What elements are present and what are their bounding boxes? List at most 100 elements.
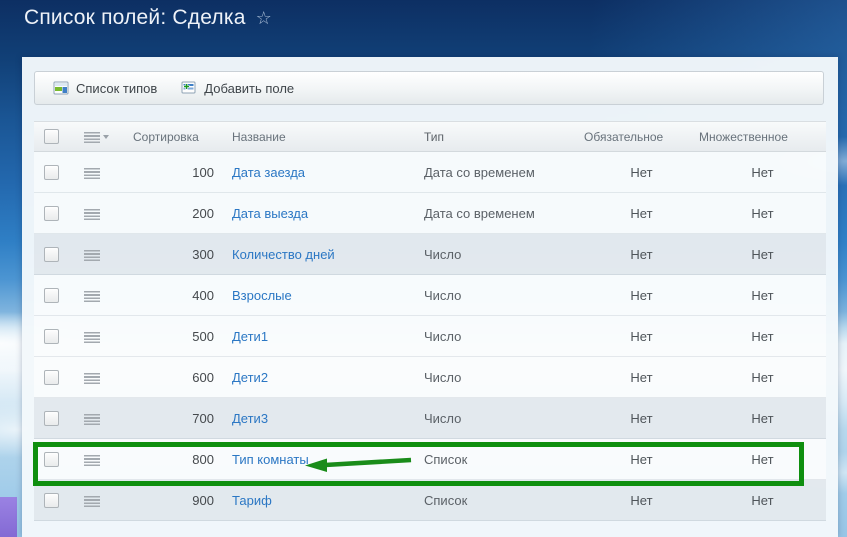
field-sort-value: 700 <box>120 411 228 426</box>
field-sort-value: 800 <box>120 452 228 467</box>
field-name-cell: Взрослые <box>228 288 424 303</box>
field-name-cell: Дети2 <box>228 370 424 385</box>
row-checkbox[interactable] <box>44 493 59 508</box>
column-header-name[interactable]: Название <box>228 130 424 144</box>
row-checkbox[interactable] <box>44 165 59 180</box>
row-checkbox-cell <box>34 451 80 467</box>
list-types-button[interactable]: Список типов <box>41 74 169 102</box>
field-multiple-value: Нет <box>699 165 826 180</box>
row-checkbox-cell <box>34 492 80 508</box>
table-row[interactable]: 600 Дети2 Число Нет Нет <box>34 357 826 398</box>
field-type-value: Число <box>424 288 584 303</box>
table-row[interactable]: 300 Количество дней Число Нет Нет <box>34 234 826 275</box>
row-drag-cell <box>80 370 120 385</box>
desktop-background: Список полей: Сделка ☆ Список типов <box>0 0 847 537</box>
field-sort-value: 400 <box>120 288 228 303</box>
column-header-multiple[interactable]: Множественное <box>699 130 826 144</box>
field-name-link[interactable]: Тип комнаты <box>232 452 309 467</box>
table-row[interactable]: 400 Взрослые Число Нет Нет <box>34 275 826 316</box>
field-name-cell: Дети1 <box>228 329 424 344</box>
drag-handle-icon[interactable] <box>84 250 100 261</box>
fields-table: Сортировка Название Тип Обязательное Мно… <box>34 121 826 521</box>
page-title-text: Список полей: Сделка <box>24 6 246 30</box>
table-header-row: Сортировка Название Тип Обязательное Мно… <box>34 121 826 152</box>
select-all-checkbox[interactable] <box>44 129 59 144</box>
drag-handle-icon[interactable] <box>84 455 100 466</box>
row-drag-cell <box>80 452 120 467</box>
row-checkbox[interactable] <box>44 370 59 385</box>
grid-settings-icon[interactable] <box>84 132 100 143</box>
field-type-value: Число <box>424 370 584 385</box>
field-name-link[interactable]: Количество дней <box>232 247 335 262</box>
field-sort-value: 100 <box>120 165 228 180</box>
field-required-value: Нет <box>584 206 699 221</box>
toolbar: Список типов Добавить поле <box>34 71 824 105</box>
field-name-cell: Количество дней <box>228 247 424 262</box>
add-field-label: Добавить поле <box>204 81 294 96</box>
row-drag-cell <box>80 493 120 508</box>
field-name-link[interactable]: Дети2 <box>232 370 268 385</box>
field-required-value: Нет <box>584 288 699 303</box>
field-required-value: Нет <box>584 165 699 180</box>
field-required-value: Нет <box>584 247 699 262</box>
header-select-all-cell <box>34 129 80 144</box>
column-header-sort[interactable]: Сортировка <box>120 130 228 144</box>
table-row[interactable]: 800 Тип комнаты Список Нет Нет <box>34 439 826 480</box>
row-checkbox-cell <box>34 410 80 426</box>
page-title: Список полей: Сделка ☆ <box>24 6 272 30</box>
row-checkbox[interactable] <box>44 288 59 303</box>
field-name-cell: Дата заезда <box>228 165 424 180</box>
drag-handle-icon[interactable] <box>84 373 100 384</box>
field-name-link[interactable]: Дата заезда <box>232 165 305 180</box>
field-sort-value: 500 <box>120 329 228 344</box>
table-row[interactable]: 500 Дети1 Число Нет Нет <box>34 316 826 357</box>
drag-handle-icon[interactable] <box>84 168 100 179</box>
field-multiple-value: Нет <box>699 288 826 303</box>
row-checkbox[interactable] <box>44 206 59 221</box>
field-multiple-value: Нет <box>699 493 826 508</box>
field-name-cell: Дата выезда <box>228 206 424 221</box>
field-sort-value: 300 <box>120 247 228 262</box>
row-drag-cell <box>80 288 120 303</box>
table-row[interactable]: 700 Дети3 Число Нет Нет <box>34 398 826 439</box>
drag-handle-icon[interactable] <box>84 291 100 302</box>
field-name-link[interactable]: Дети1 <box>232 329 268 344</box>
row-checkbox[interactable] <box>44 247 59 262</box>
row-checkbox[interactable] <box>44 452 59 467</box>
field-name-link[interactable]: Дети3 <box>232 411 268 426</box>
drag-handle-icon[interactable] <box>84 209 100 220</box>
column-header-required[interactable]: Обязательное <box>584 130 699 144</box>
field-type-value: Число <box>424 247 584 262</box>
content-panel: Список типов Добавить поле <box>22 57 838 537</box>
drag-handle-icon[interactable] <box>84 332 100 343</box>
field-multiple-value: Нет <box>699 206 826 221</box>
drag-handle-icon[interactable] <box>84 496 100 507</box>
field-sort-value: 600 <box>120 370 228 385</box>
favorite-star-icon[interactable]: ☆ <box>256 9 272 27</box>
field-name-link[interactable]: Взрослые <box>232 288 292 303</box>
table-body: 100 Дата заезда Дата со временем Нет Нет… <box>34 152 826 521</box>
field-multiple-value: Нет <box>699 370 826 385</box>
row-checkbox[interactable] <box>44 411 59 426</box>
row-checkbox[interactable] <box>44 329 59 344</box>
field-name-link[interactable]: Дата выезда <box>232 206 308 221</box>
list-types-label: Список типов <box>76 81 157 96</box>
field-name-link[interactable]: Тариф <box>232 493 272 508</box>
field-required-value: Нет <box>584 411 699 426</box>
table-row[interactable]: 100 Дата заезда Дата со временем Нет Нет <box>34 152 826 193</box>
table-row[interactable]: 200 Дата выезда Дата со временем Нет Нет <box>34 193 826 234</box>
row-drag-cell <box>80 329 120 344</box>
drag-handle-icon[interactable] <box>84 414 100 425</box>
row-checkbox-cell <box>34 369 80 385</box>
column-header-type[interactable]: Тип <box>424 130 584 144</box>
field-sort-value: 200 <box>120 206 228 221</box>
add-field-button[interactable]: Добавить поле <box>169 74 306 102</box>
chevron-down-icon <box>103 135 109 139</box>
field-required-value: Нет <box>584 329 699 344</box>
row-checkbox-cell <box>34 246 80 262</box>
background-artifact <box>0 497 17 537</box>
field-required-value: Нет <box>584 370 699 385</box>
field-type-value: Список <box>424 493 584 508</box>
field-type-value: Число <box>424 411 584 426</box>
table-row[interactable]: 900 Тариф Список Нет Нет <box>34 480 826 521</box>
